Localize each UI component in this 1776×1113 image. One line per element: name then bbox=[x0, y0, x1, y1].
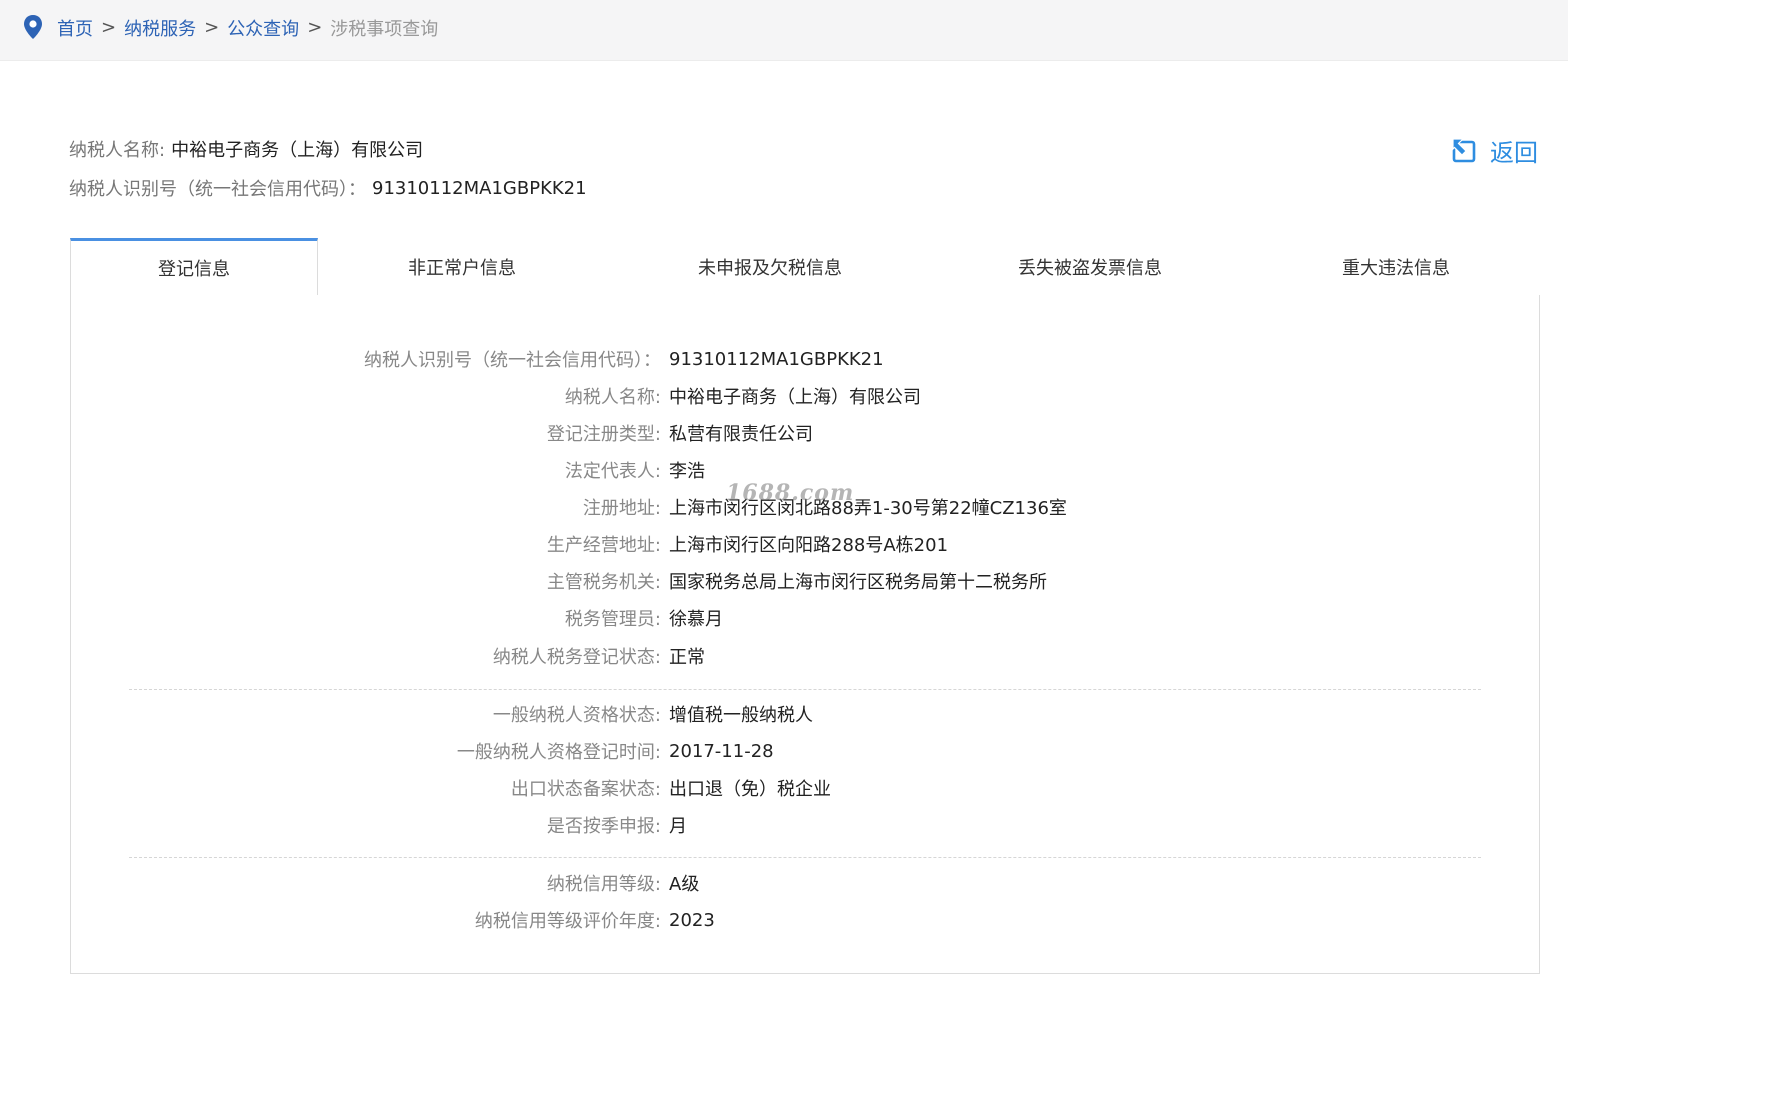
back-button[interactable]: 返回 bbox=[1450, 132, 1538, 168]
tab-undeclared-arrears-info[interactable]: 未申报及欠税信息 bbox=[660, 238, 880, 296]
detail-row: 纳税信用等级: A级 bbox=[71, 868, 1171, 898]
breadcrumb: 首页 > 纳税服务 > 公众查询 > 涉税事项查询 bbox=[57, 0, 438, 55]
detail-value: 上海市闵行区向阳路288号A栋201 bbox=[669, 535, 949, 556]
detail-row: 登记注册类型: 私营有限责任公司 bbox=[71, 418, 1171, 448]
detail-row: 税务管理员: 徐慕月 bbox=[71, 603, 1171, 633]
taxpayer-id-label: 纳税人识别号（统一社会信用代码）： bbox=[69, 179, 366, 200]
detail-value: A级 bbox=[669, 874, 700, 895]
detail-label: 纳税人税务登记状态: bbox=[492, 647, 661, 668]
detail-row: 是否按季申报: 月 bbox=[71, 810, 1171, 840]
detail-value: 私营有限责任公司 bbox=[669, 424, 813, 445]
breadcrumb-public-query-link[interactable]: 公众查询 bbox=[227, 15, 299, 41]
taxpayer-id-line: 纳税人识别号（统一社会信用代码）： 91310112MA1GBPKK21 bbox=[69, 173, 587, 203]
detail-label: 税务管理员: bbox=[564, 609, 661, 630]
detail-value: 正常 bbox=[669, 647, 705, 668]
detail-label: 纳税信用等级评价年度: bbox=[474, 911, 661, 932]
detail-row: 一般纳税人资格登记时间: 2017-11-28 bbox=[71, 736, 1171, 766]
taxpayer-name-line: 纳税人名称: 中裕电子商务（上海）有限公司 bbox=[69, 134, 587, 164]
detail-label: 是否按季申报: bbox=[546, 816, 661, 837]
detail-label: 注册地址: bbox=[582, 498, 661, 519]
breadcrumb-separator: > bbox=[101, 17, 117, 38]
detail-row: 法定代表人: 李浩 bbox=[71, 455, 1171, 485]
detail-label: 登记注册类型: bbox=[546, 424, 661, 445]
taxpayer-name-value: 中裕电子商务（上海）有限公司 bbox=[171, 140, 424, 161]
breadcrumb-separator: > bbox=[307, 17, 323, 38]
detail-value: 91310112MA1GBPKK21 bbox=[669, 348, 884, 370]
breadcrumb-current: 涉税事项查询 bbox=[330, 18, 439, 40]
tab-major-violation-info[interactable]: 重大违法信息 bbox=[1305, 238, 1487, 296]
back-arrow-icon bbox=[1452, 138, 1476, 163]
section-divider bbox=[129, 857, 1481, 858]
detail-value: 中裕电子商务（上海）有限公司 bbox=[669, 387, 921, 408]
tab-lost-stolen-invoice-info[interactable]: 丢失被盗发票信息 bbox=[980, 238, 1200, 296]
breadcrumb-tax-service-link[interactable]: 纳税服务 bbox=[124, 15, 196, 41]
detail-label: 纳税信用等级: bbox=[546, 874, 661, 895]
taxpayer-summary: 纳税人名称: 中裕电子商务（上海）有限公司 纳税人识别号（统一社会信用代码）： … bbox=[69, 134, 587, 203]
taxpayer-name-label: 纳税人名称: bbox=[69, 140, 166, 161]
detail-label: 纳税人名称: bbox=[564, 387, 661, 408]
detail-row: 纳税人名称: 中裕电子商务（上海）有限公司 bbox=[71, 381, 1171, 411]
registration-info-panel: 纳税人识别号（统一社会信用代码）： 91310112MA1GBPKK21 纳税人… bbox=[70, 295, 1540, 974]
detail-value: 国家税务总局上海市闵行区税务局第十二税务所 bbox=[669, 572, 1047, 593]
detail-label: 生产经营地址: bbox=[546, 535, 661, 556]
detail-label: 纳税人识别号（统一社会信用代码）： bbox=[364, 350, 661, 371]
detail-label: 一般纳税人资格登记时间: bbox=[456, 742, 661, 763]
detail-value: 月 bbox=[669, 816, 687, 837]
tab-abnormal-account-info[interactable]: 非正常户信息 bbox=[370, 238, 554, 296]
detail-row: 纳税信用等级评价年度: 2023 bbox=[71, 905, 1171, 935]
detail-row: 一般纳税人资格状态: 增值税一般纳税人 bbox=[71, 699, 1171, 729]
detail-value: 2017-11-28 bbox=[669, 740, 774, 762]
tab-bar: 登记信息 非正常户信息 未申报及欠税信息 丢失被盗发票信息 重大违法信息 bbox=[70, 238, 1540, 296]
detail-value: 增值税一般纳税人 bbox=[669, 705, 813, 726]
detail-value: 出口退（免）税企业 bbox=[669, 779, 831, 800]
detail-row: 生产经营地址: 上海市闵行区向阳路288号A栋201 bbox=[71, 529, 1171, 559]
taxpayer-id-value: 91310112MA1GBPKK21 bbox=[372, 177, 587, 199]
detail-label: 法定代表人: bbox=[564, 461, 661, 482]
back-label: 返回 bbox=[1490, 138, 1538, 167]
breadcrumb-separator: > bbox=[204, 17, 220, 38]
detail-value: 李浩 bbox=[669, 461, 705, 482]
detail-label: 出口状态备案状态: bbox=[510, 779, 661, 800]
detail-row: 注册地址: 上海市闵行区闵北路88弄1-30号第22幢CZ136室 bbox=[71, 492, 1171, 522]
detail-label: 主管税务机关: bbox=[546, 572, 661, 593]
tab-registration-info[interactable]: 登记信息 bbox=[70, 238, 318, 295]
detail-row: 出口状态备案状态: 出口退（免）税企业 bbox=[71, 773, 1171, 803]
breadcrumb-bar: 首页 > 纳税服务 > 公众查询 > 涉税事项查询 bbox=[0, 0, 1568, 61]
detail-row: 纳税人识别号（统一社会信用代码）： 91310112MA1GBPKK21 bbox=[71, 344, 1171, 374]
detail-row: 主管税务机关: 国家税务总局上海市闵行区税务局第十二税务所 bbox=[71, 566, 1171, 596]
breadcrumb-home-link[interactable]: 首页 bbox=[57, 15, 93, 41]
section-divider bbox=[129, 689, 1481, 690]
watermark: 1688.com bbox=[726, 480, 855, 506]
detail-value: 2023 bbox=[669, 909, 715, 931]
detail-value: 徐慕月 bbox=[669, 609, 723, 630]
detail-row: 纳税人税务登记状态: 正常 bbox=[71, 641, 1171, 671]
detail-label: 一般纳税人资格状态: bbox=[492, 705, 661, 726]
location-pin-icon bbox=[24, 15, 42, 39]
